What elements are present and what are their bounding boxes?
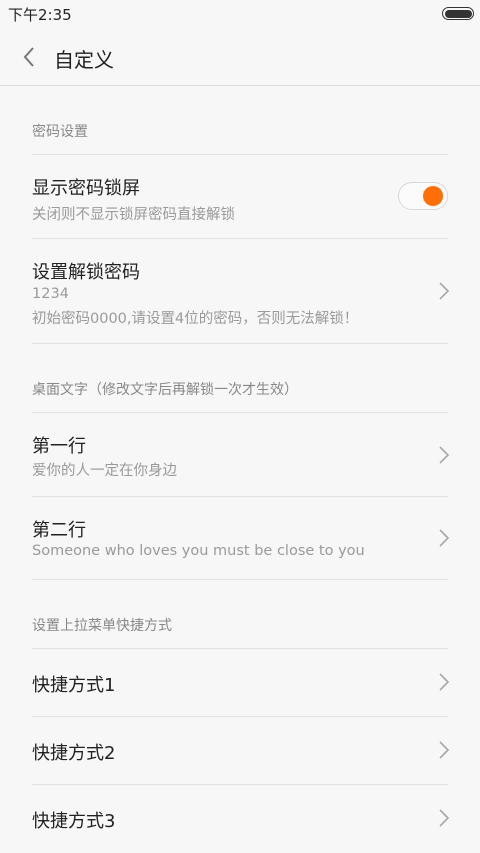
shortcut-2-title: 快捷方式2	[32, 743, 116, 764]
setting-row-shortcut-3[interactable]: 快捷方式3	[0, 785, 480, 852]
chevron-right-icon	[439, 529, 450, 547]
page-title: 自定义	[54, 48, 114, 72]
shortcut-1-title: 快捷方式1	[32, 675, 116, 696]
app-bar: 自定义	[0, 28, 480, 86]
status-time: 下午2:35	[8, 6, 72, 24]
setting-row-line2[interactable]: 第二行 Someone who loves you must be close …	[0, 497, 480, 580]
divider	[32, 579, 448, 580]
chevron-left-icon[interactable]	[18, 43, 42, 71]
show-lock-title: 显示密码锁屏	[32, 178, 140, 199]
setting-row-shortcut-1[interactable]: 快捷方式1	[0, 649, 480, 716]
line2-title: 第二行	[32, 520, 86, 541]
chevron-right-icon	[439, 282, 450, 300]
section-header-shortcuts: 设置上拉菜单快捷方式	[32, 618, 172, 634]
chevron-right-icon	[439, 673, 450, 691]
set-password-hint: 初始密码0000,请设置4位的密码，否则无法解锁！	[32, 311, 359, 327]
status-bar: 下午2:35	[0, 0, 480, 28]
chevron-right-icon	[439, 741, 450, 759]
setting-row-set-password[interactable]: 设置解锁密码 1234 初始密码0000,请设置4位的密码，否则无法解锁！	[0, 239, 480, 343]
chevron-right-icon	[439, 446, 450, 464]
chevron-right-icon	[439, 809, 450, 827]
setting-row-line1[interactable]: 第一行 爱你的人一定在你身边	[0, 413, 480, 496]
section-header-desktop-text: 桌面文字（修改文字后再解锁一次才生效）	[32, 382, 298, 398]
set-password-value: 1234	[32, 286, 69, 302]
shortcut-3-title: 快捷方式3	[32, 811, 116, 832]
divider	[32, 343, 448, 344]
setting-row-shortcut-2[interactable]: 快捷方式2	[0, 717, 480, 784]
toggle-knob	[423, 186, 443, 206]
show-lock-toggle[interactable]	[398, 182, 448, 210]
section-header-password: 密码设置	[32, 124, 88, 140]
setting-row-show-lock[interactable]: 显示密码锁屏 关闭则不显示锁屏密码直接解锁	[0, 155, 480, 238]
battery-level	[444, 9, 472, 18]
battery-icon	[442, 7, 474, 20]
set-password-title: 设置解锁密码	[32, 262, 140, 283]
show-lock-subtitle: 关闭则不显示锁屏密码直接解锁	[32, 207, 235, 223]
line2-value: Someone who loves you must be close to y…	[32, 543, 365, 559]
line1-title: 第一行	[32, 436, 86, 457]
line1-value: 爱你的人一定在你身边	[32, 463, 177, 479]
